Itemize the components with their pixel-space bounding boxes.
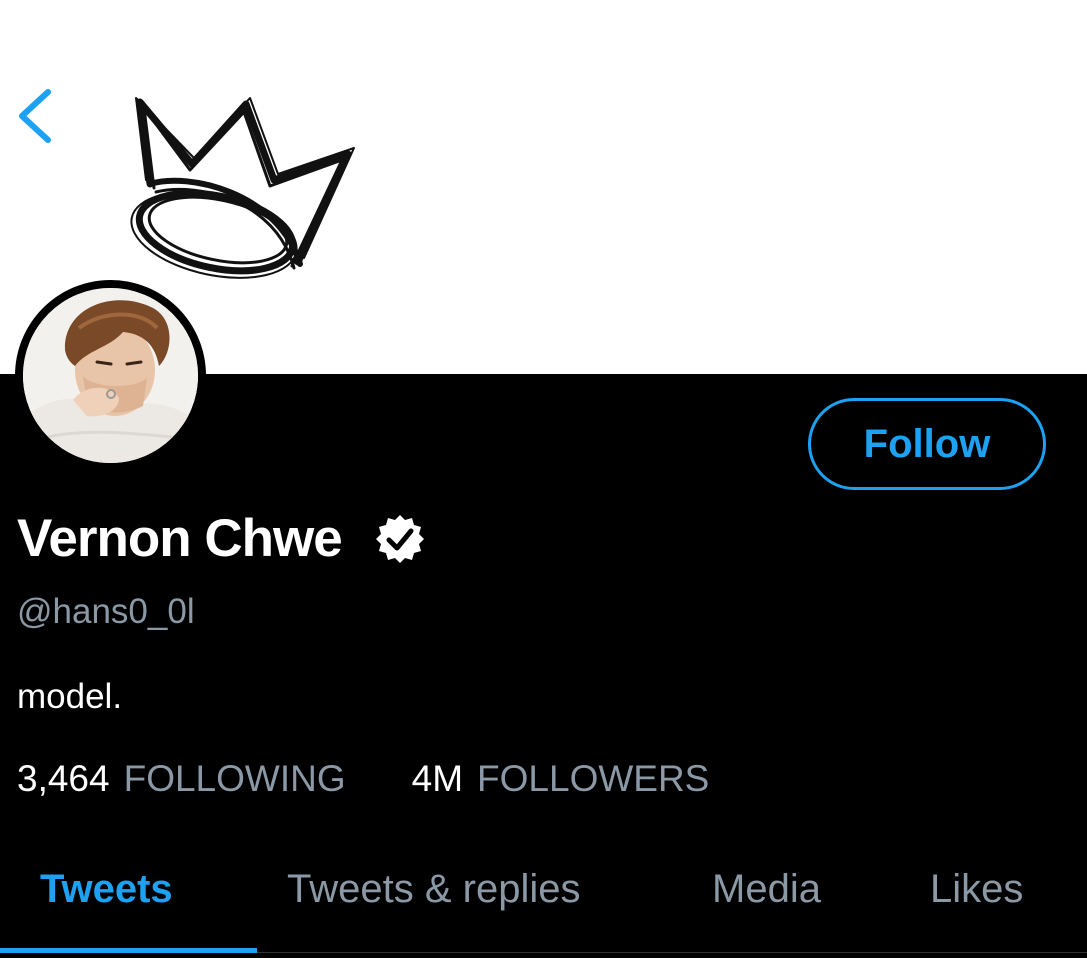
active-tab-indicator — [0, 948, 257, 953]
verified-badge-icon — [375, 514, 424, 563]
display-name-row: Vernon Chwe — [17, 508, 426, 569]
chevron-left-icon — [19, 89, 51, 143]
profile-tabs: Tweets Tweets & replies Media Likes — [0, 845, 1087, 958]
bio: model. — [17, 677, 123, 716]
following-stat[interactable]: 3,464 FOLLOWING — [17, 758, 346, 800]
following-count: 3,464 — [17, 758, 110, 799]
followers-label: FOLLOWERS — [477, 758, 710, 799]
tab-likes[interactable]: Likes — [930, 867, 1023, 912]
avatar[interactable] — [15, 280, 206, 471]
crown-drawing — [130, 97, 355, 279]
tab-media[interactable]: Media — [712, 867, 821, 912]
follow-button-label: Follow — [863, 421, 991, 466]
avatar-photo — [23, 288, 198, 463]
profile-stats: 3,464 FOLLOWING 4M FOLLOWERS — [17, 758, 709, 800]
followers-stat[interactable]: 4M FOLLOWERS — [412, 758, 710, 800]
display-name: Vernon Chwe — [17, 509, 343, 568]
tab-tweets-and-replies[interactable]: Tweets & replies — [287, 867, 580, 912]
follow-button[interactable]: Follow — [808, 398, 1046, 490]
following-label: FOLLOWING — [123, 758, 346, 799]
back-button[interactable] — [10, 82, 60, 150]
profile-screen: Follow Vernon Chwe @hans0_0l model. 3,46… — [0, 0, 1087, 958]
followers-count: 4M — [411, 758, 464, 799]
tab-tweets[interactable]: Tweets — [40, 867, 173, 912]
handle: @hans0_0l — [17, 592, 195, 631]
